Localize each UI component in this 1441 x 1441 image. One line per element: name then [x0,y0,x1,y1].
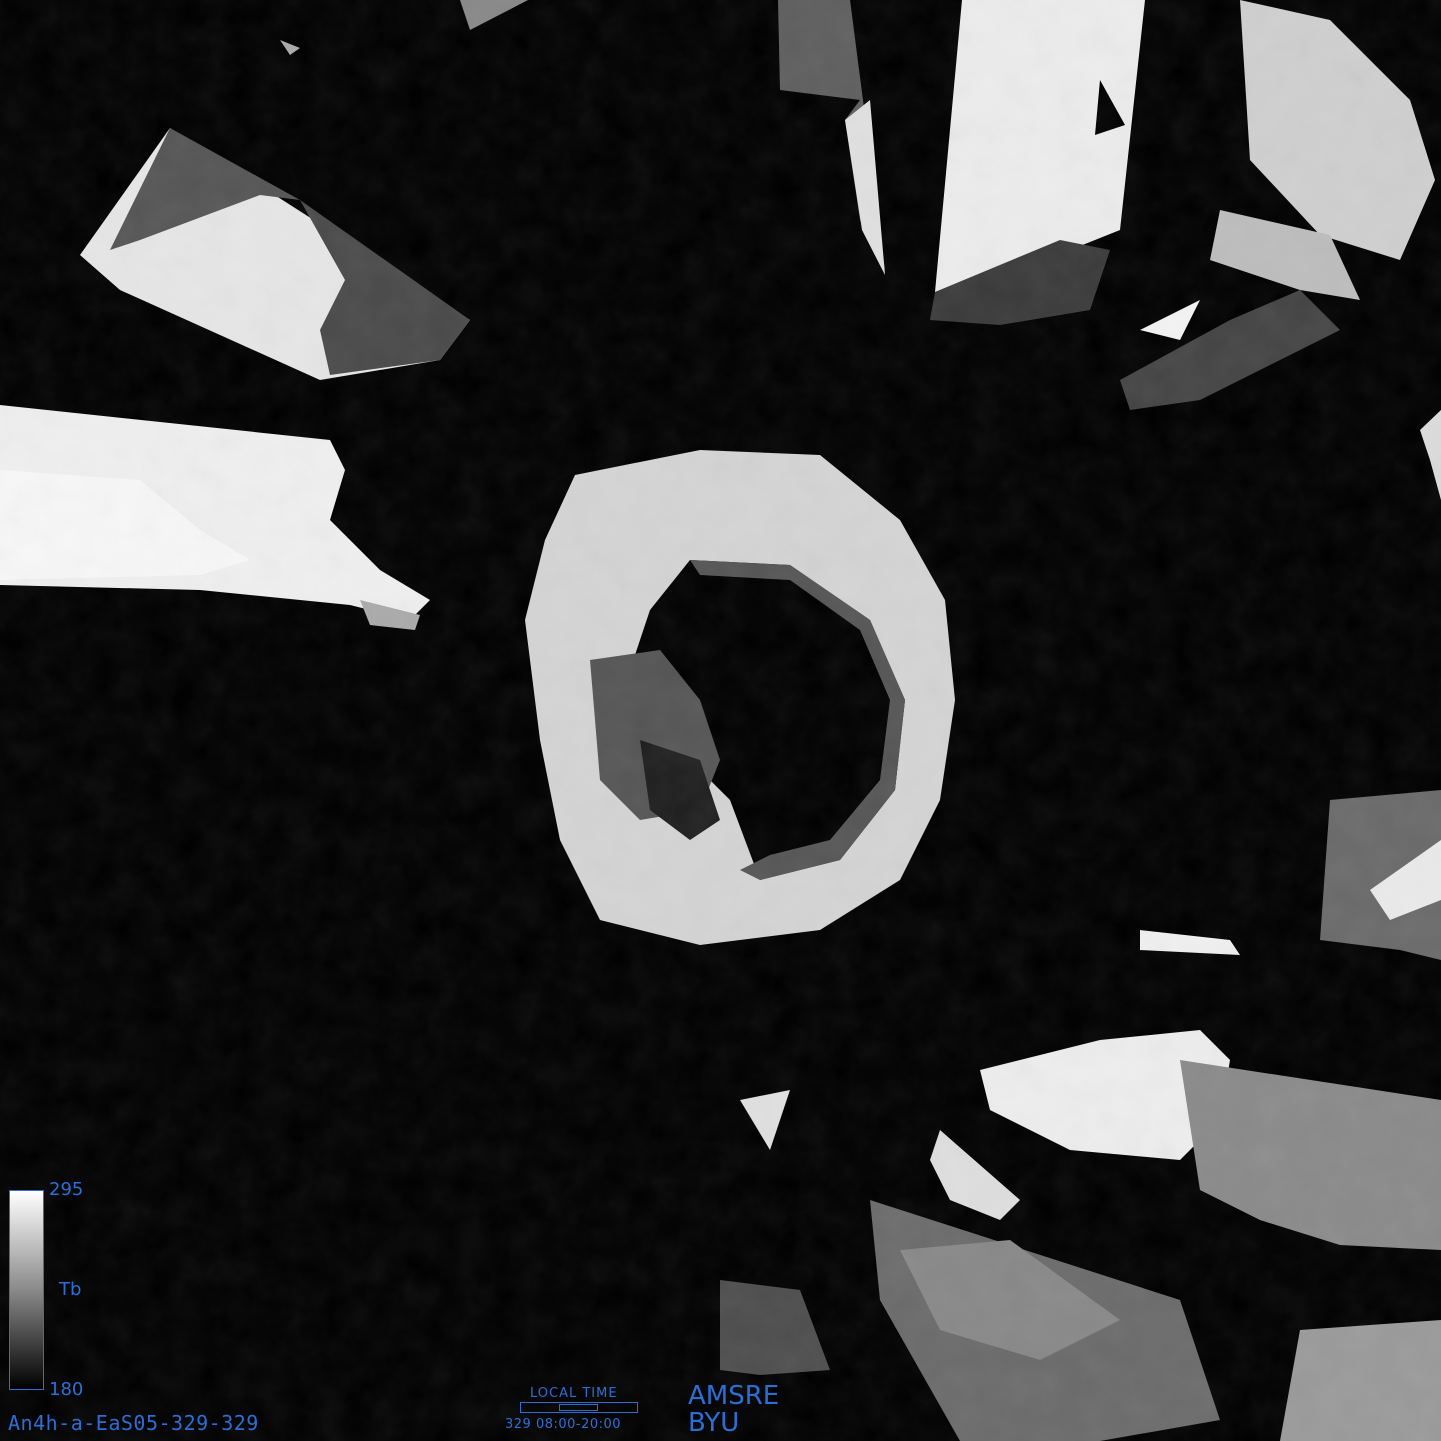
polar-map-image [0,0,1441,1441]
local-time-bar [520,1402,638,1413]
colorbar-unit-label: Tb [59,1279,82,1300]
local-time-window [559,1404,598,1411]
colorbar-min-label: 180 [49,1379,84,1400]
sensor-label: AMSRE [688,1381,780,1411]
local-time-range: 329 08:00-20:00 [505,1417,622,1432]
colorbar-gradient [9,1190,44,1390]
local-time-title: LOCAL TIME [530,1386,618,1401]
colorbar-max-label: 295 [49,1179,84,1200]
organization-label: BYU [688,1408,740,1438]
image-identifier: An4h-a-EaS05-329-329 [8,1411,259,1435]
